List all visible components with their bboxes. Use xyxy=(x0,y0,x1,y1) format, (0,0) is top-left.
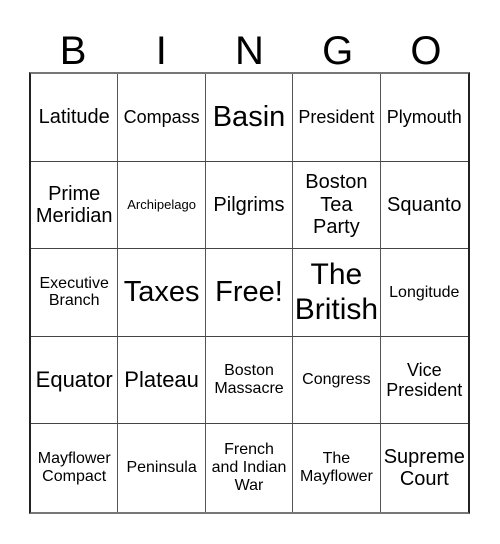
cell-label: Longitude xyxy=(389,283,460,301)
bingo-header: B I N G O xyxy=(29,30,470,72)
cell-label: Congress xyxy=(302,371,371,389)
bingo-cell[interactable]: Boston Tea Party xyxy=(293,161,381,250)
cell-label: President xyxy=(298,107,375,128)
bingo-cell[interactable]: Plymouth xyxy=(380,74,468,162)
cell-label: Equator xyxy=(35,366,113,392)
cell-label: French and Indian War xyxy=(211,441,287,495)
cell-label: The Mayflower xyxy=(299,450,373,486)
bingo-cell[interactable]: Compass xyxy=(118,74,206,162)
bingo-cell[interactable]: Squanto xyxy=(380,162,468,250)
bingo-cell[interactable]: The Mayflower xyxy=(293,424,381,512)
bingo-cell[interactable]: Pilgrims xyxy=(205,161,294,250)
bingo-cell[interactable]: Latitude xyxy=(31,74,119,162)
bingo-cell[interactable]: Boston Massacre xyxy=(205,336,294,425)
bingo-cell[interactable]: Mayflower Compact xyxy=(31,424,119,512)
cell-label: Archipelago xyxy=(127,196,196,212)
bingo-cell[interactable]: French and Indian War xyxy=(206,424,294,512)
cell-label: Squanto xyxy=(387,193,462,216)
cell-label: Latitude xyxy=(38,106,110,129)
cell-label: Taxes xyxy=(123,276,200,309)
cell-label: Vice President xyxy=(386,359,463,401)
cell-label: Boston Massacre xyxy=(214,362,284,398)
bingo-cell[interactable]: Longitude xyxy=(380,249,468,337)
bingo-cell[interactable]: Plateau xyxy=(118,336,206,425)
free-space-cell[interactable]: Free! xyxy=(205,249,294,337)
header-letter-o: O xyxy=(410,29,442,73)
cell-label: Plateau xyxy=(124,366,199,392)
cell-label: Supreme Court xyxy=(383,445,465,491)
cell-label: Plymouth xyxy=(386,107,462,128)
cell-label: Peninsula xyxy=(126,459,197,477)
cell-label: Basin xyxy=(212,101,286,134)
cell-label: Free! xyxy=(215,276,283,309)
bingo-cell[interactable]: The British xyxy=(293,249,381,337)
cell-label: Boston Tea Party xyxy=(305,171,368,239)
bingo-board: Latitude Compass Basin President Plymout… xyxy=(29,72,470,514)
cell-label: Pilgrims xyxy=(213,193,285,216)
header-letter-i: I xyxy=(155,29,167,73)
bingo-cell[interactable]: Taxes xyxy=(118,249,206,337)
cell-label: Executive Branch xyxy=(39,274,109,310)
bingo-cell[interactable]: Basin xyxy=(205,74,294,162)
bingo-cell[interactable]: Peninsula xyxy=(118,424,206,512)
cell-label: Mayflower Compact xyxy=(37,450,111,486)
cell-label: Compass xyxy=(123,107,200,128)
bingo-cell[interactable]: Archipelago xyxy=(118,161,206,250)
bingo-cell[interactable]: President xyxy=(293,74,381,162)
cell-label: The British xyxy=(294,258,379,327)
bingo-cell[interactable]: Vice President xyxy=(380,337,468,425)
bingo-cell[interactable]: Congress xyxy=(293,336,381,425)
bingo-cell[interactable]: Supreme Court xyxy=(381,424,468,512)
cell-label: Prime Meridian xyxy=(35,182,113,227)
bingo-cell[interactable]: Executive Branch xyxy=(31,249,119,337)
header-letter-b: B xyxy=(59,29,87,73)
header-letter-n: N xyxy=(235,29,264,73)
bingo-cell[interactable]: Equator xyxy=(31,336,119,425)
header-letter-g: G xyxy=(322,29,354,73)
bingo-cell[interactable]: Prime Meridian xyxy=(31,161,119,250)
